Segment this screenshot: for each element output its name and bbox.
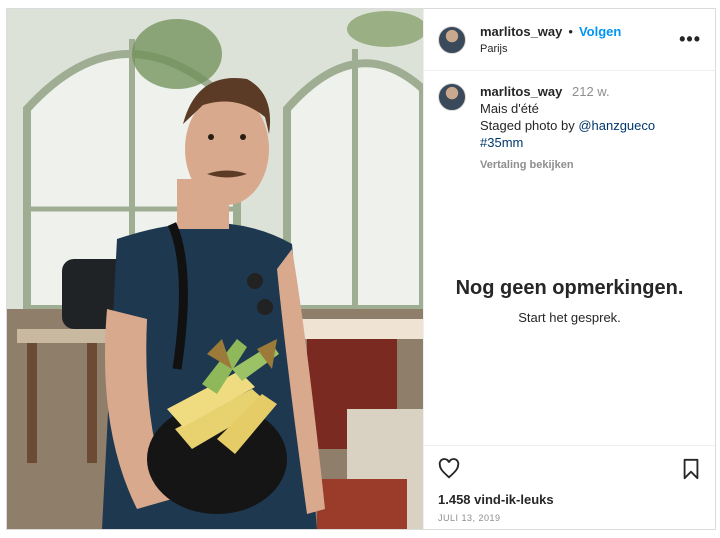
mention-link[interactable]: @hanzgueco — [578, 118, 655, 133]
post-sidebar: marlitos_way • Volgen Parijs ••• marlito… — [423, 9, 715, 529]
bookmark-icon[interactable] — [681, 458, 701, 482]
more-icon[interactable]: ••• — [679, 29, 701, 50]
location-link[interactable]: Parijs — [480, 43, 679, 55]
follow-button[interactable]: Volgen — [579, 24, 621, 39]
empty-subtitle: Start het gesprek. — [518, 310, 621, 325]
avatar[interactable] — [438, 25, 466, 54]
heart-icon[interactable] — [438, 458, 460, 482]
translate-link[interactable]: Vertaling bekijken — [480, 157, 655, 174]
hashtag-link[interactable]: #35mm — [480, 134, 655, 151]
caption-time[interactable]: 212 w. — [572, 84, 610, 99]
caption-header: marlitos_way 212 w. — [480, 83, 655, 100]
caption-username[interactable]: marlitos_way — [480, 84, 562, 99]
caption-line-2: Staged photo by @hanzgueco — [480, 117, 655, 134]
post-modal: marlitos_way • Volgen Parijs ••• marlito… — [6, 8, 716, 530]
separator-dot: • — [568, 24, 573, 39]
header-text: marlitos_way • Volgen Parijs — [480, 24, 679, 55]
likes-count[interactable]: 1.458 vind-ik-leuks — [438, 492, 701, 507]
caption-line-1: Mais d'été — [480, 101, 539, 116]
action-bar: 1.458 vind-ik-leuks JULI 13, 2019 — [424, 445, 715, 523]
action-icons — [438, 458, 701, 482]
caption-body: marlitos_way 212 w. Mais d'été Staged ph… — [480, 83, 655, 174]
photo-illustration — [7, 9, 423, 529]
caption-prefix: Staged photo by — [480, 118, 579, 133]
post-date[interactable]: JULI 13, 2019 — [438, 513, 701, 523]
caption: marlitos_way 212 w. Mais d'été Staged ph… — [424, 71, 715, 174]
comments-empty-state: Nog geen opmerkingen. Start het gesprek. — [424, 277, 715, 325]
post-photo[interactable] — [7, 9, 423, 529]
caption-avatar[interactable] — [438, 83, 466, 111]
username-link[interactable]: marlitos_way — [480, 24, 562, 39]
post-header: marlitos_way • Volgen Parijs ••• — [424, 9, 715, 71]
header-line: marlitos_way • Volgen — [480, 24, 679, 39]
empty-title: Nog geen opmerkingen. — [455, 277, 684, 299]
